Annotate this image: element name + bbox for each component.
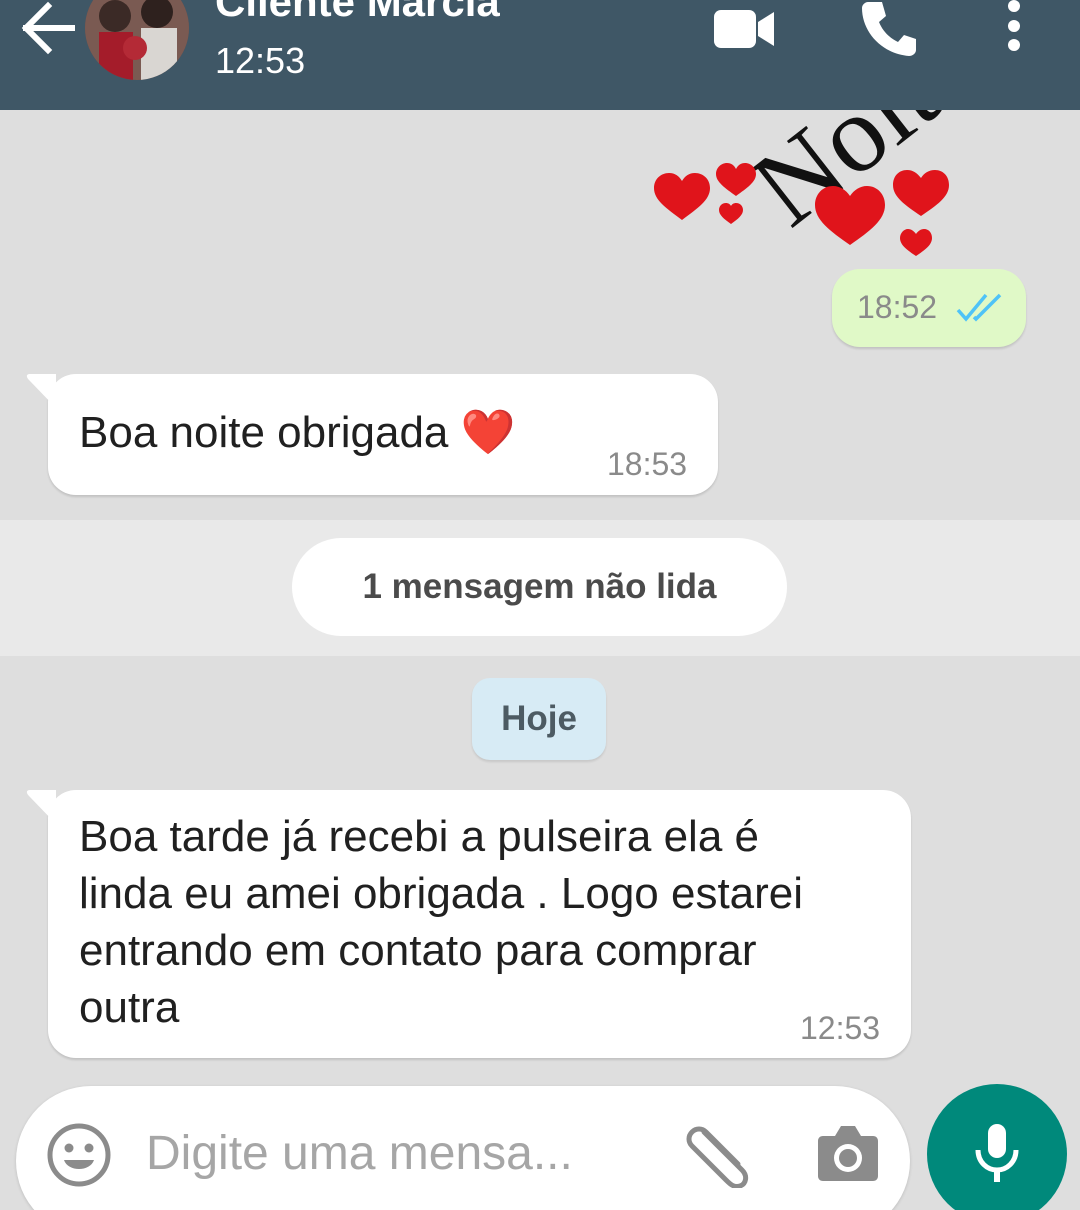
chat-header: Cliente Marcia 12:53	[0, 0, 1080, 110]
avatar[interactable]	[85, 0, 189, 80]
message-text-line: outra	[79, 983, 180, 1032]
message-time: 18:52	[857, 289, 938, 325]
last-seen: 12:53	[215, 40, 306, 81]
outgoing-message-bubble[interactable]: 18:52	[832, 269, 1026, 347]
message-time: 18:53	[607, 446, 688, 482]
camera-icon[interactable]	[817, 1122, 879, 1187]
message-time: 12:53	[800, 1010, 881, 1046]
message-text-line: Boa tarde já recebi a pulseira ela é	[79, 812, 759, 861]
message-text: Boa noite obrigada ❤️	[79, 408, 516, 457]
contact-name[interactable]: Cliente Marcia	[215, 0, 500, 26]
unread-count-label: 1 mensagem não lida	[292, 538, 787, 636]
message-text-line: linda eu amei obrigada . Logo estarei	[79, 869, 804, 918]
sticker-noite[interactable]: Noite	[640, 2, 997, 260]
message-input[interactable]: Digite uma mensa...	[146, 1126, 573, 1181]
more-options-icon[interactable]	[1004, 0, 1024, 59]
microphone-icon	[973, 1122, 1021, 1191]
bubble-tail	[26, 790, 56, 824]
incoming-message-bubble[interactable]: Boa tarde já recebi a pulseira ela é lin…	[26, 790, 911, 1058]
incoming-message-bubble[interactable]: Boa noite obrigada ❤️ 18:53	[26, 374, 718, 495]
emoji-icon[interactable]	[46, 1122, 112, 1193]
date-separator: Hoje	[472, 678, 606, 760]
unread-divider: 1 mensagem não lida	[0, 520, 1080, 656]
bubble-tail	[26, 374, 56, 408]
chat-area[interactable]: Noite 18:52 Boa noite obrigada ❤️ 18:53 …	[0, 2, 1080, 1210]
attach-paperclip-icon[interactable]	[682, 1124, 752, 1193]
message-text-line: entrando em contato para comprar	[79, 926, 757, 975]
double-check-read-icon	[956, 293, 1004, 328]
back-arrow-icon[interactable]	[18, 0, 78, 56]
phone-call-icon[interactable]	[860, 0, 916, 61]
video-call-icon[interactable]	[712, 6, 776, 57]
message-composer: Digite uma mensa...	[16, 1086, 910, 1210]
